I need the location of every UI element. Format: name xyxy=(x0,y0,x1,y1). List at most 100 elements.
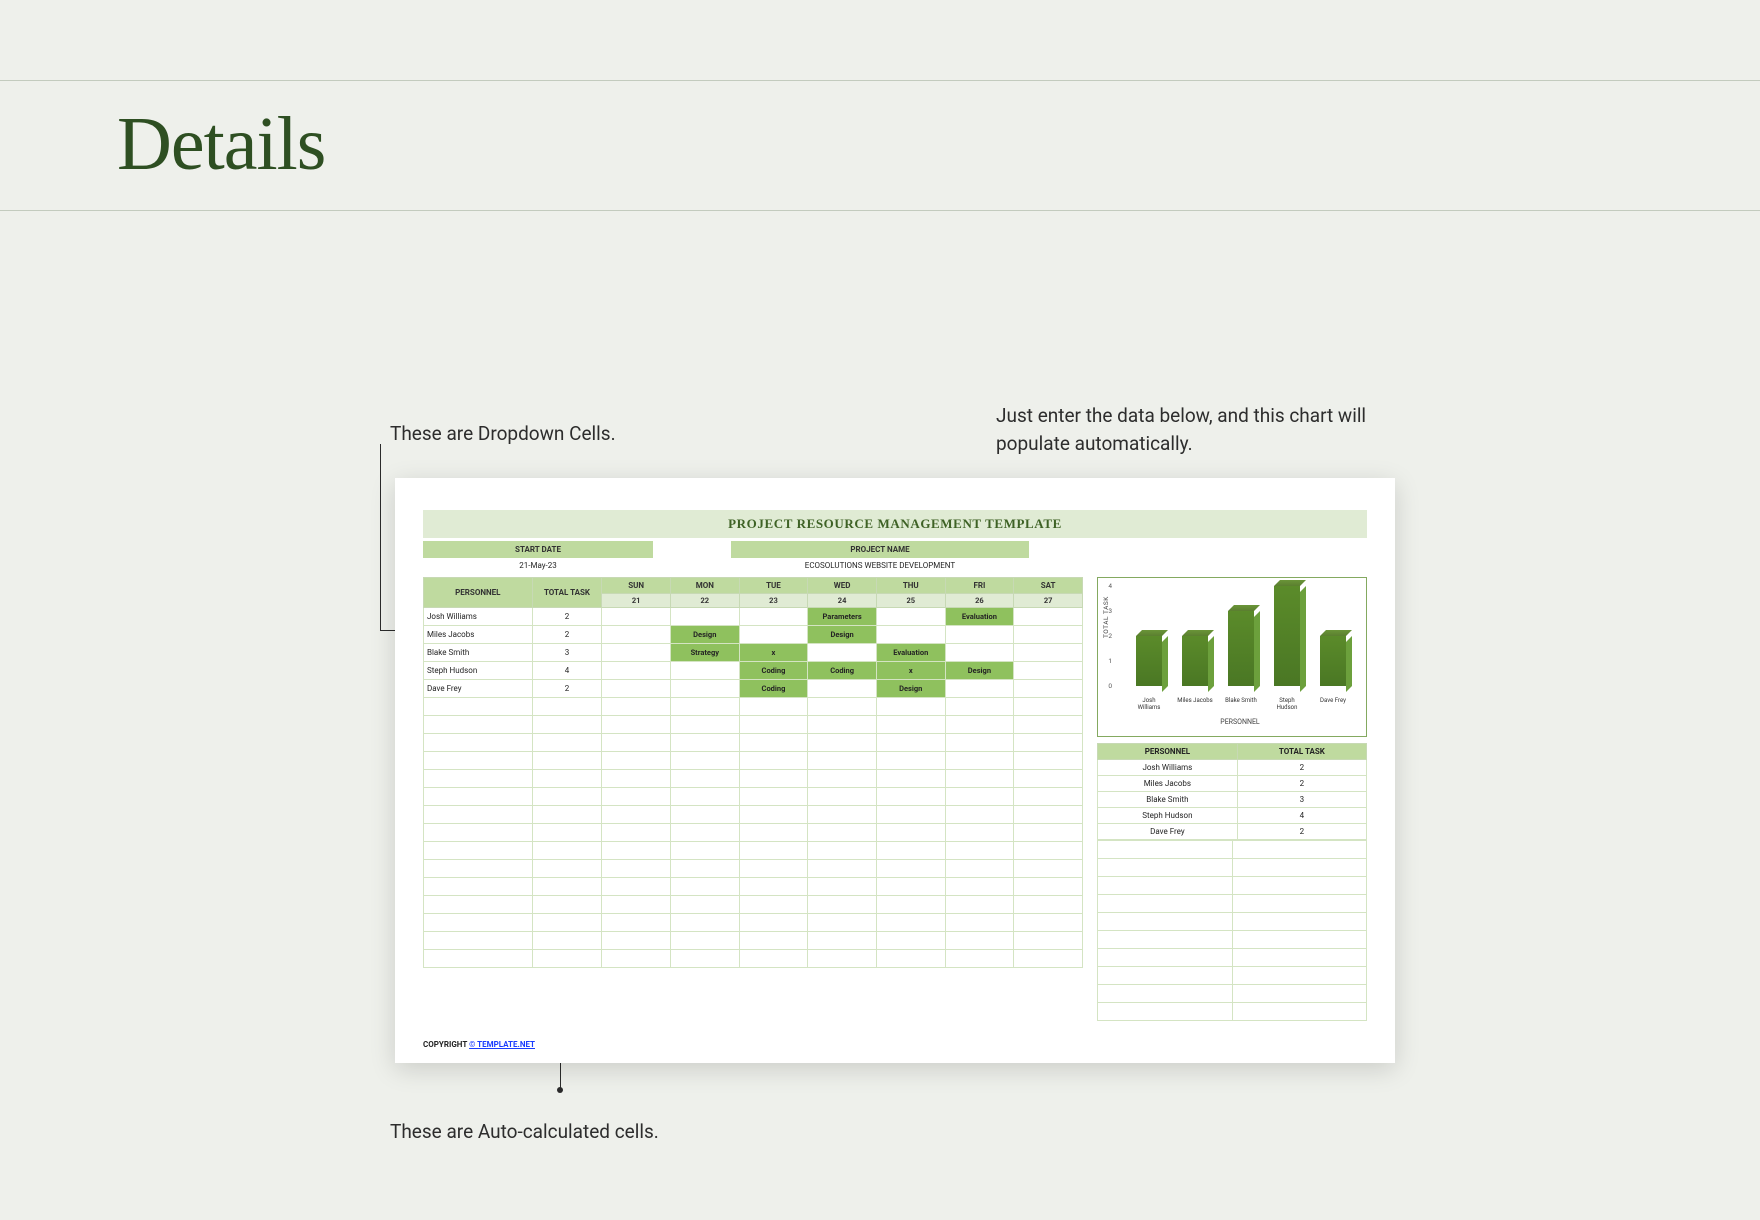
empty-cell[interactable] xyxy=(424,896,533,914)
empty-cell[interactable] xyxy=(945,788,1014,806)
cell-task[interactable] xyxy=(808,644,877,662)
cell-task[interactable] xyxy=(602,644,671,662)
empty-cell[interactable] xyxy=(532,770,602,788)
empty-cell[interactable] xyxy=(808,752,877,770)
empty-cell[interactable] xyxy=(602,860,671,878)
empty-cell[interactable] xyxy=(808,788,877,806)
empty-cell[interactable] xyxy=(808,842,877,860)
cell-task[interactable]: x xyxy=(739,644,808,662)
empty-cell[interactable] xyxy=(808,860,877,878)
empty-cell[interactable] xyxy=(602,932,671,950)
empty-cell[interactable] xyxy=(808,698,877,716)
empty-cell[interactable] xyxy=(532,932,602,950)
empty-cell[interactable] xyxy=(945,860,1014,878)
empty-cell[interactable] xyxy=(670,698,739,716)
empty-cell[interactable] xyxy=(1014,824,1083,842)
empty-cell[interactable] xyxy=(670,788,739,806)
cell-task[interactable] xyxy=(739,608,808,626)
empty-cell[interactable] xyxy=(670,842,739,860)
cell-task[interactable]: Design xyxy=(876,680,945,698)
empty-cell[interactable] xyxy=(602,806,671,824)
empty-cell[interactable] xyxy=(602,896,671,914)
empty-cell[interactable] xyxy=(1014,734,1083,752)
empty-cell[interactable] xyxy=(876,770,945,788)
empty-cell[interactable] xyxy=(670,932,739,950)
copyright-link[interactable]: © TEMPLATE.NET xyxy=(469,1040,535,1049)
empty-cell[interactable] xyxy=(1014,914,1083,932)
empty-cell[interactable] xyxy=(532,896,602,914)
empty-cell[interactable] xyxy=(670,878,739,896)
cell-task[interactable] xyxy=(1014,644,1083,662)
cell-task[interactable] xyxy=(1014,608,1083,626)
cell-task[interactable] xyxy=(1014,662,1083,680)
empty-cell[interactable] xyxy=(876,842,945,860)
project-name-value[interactable]: ECOSOLUTIONS WEBSITE DEVELOPMENT xyxy=(731,558,1029,573)
cell-task[interactable] xyxy=(602,680,671,698)
empty-cell[interactable] xyxy=(739,788,808,806)
empty-cell[interactable] xyxy=(424,842,533,860)
empty-cell[interactable] xyxy=(739,914,808,932)
empty-cell[interactable] xyxy=(602,842,671,860)
empty-cell[interactable] xyxy=(424,824,533,842)
empty-cell[interactable] xyxy=(1014,950,1083,968)
cell-task[interactable] xyxy=(945,680,1014,698)
empty-cell[interactable] xyxy=(602,788,671,806)
cell-name[interactable]: Steph Hudson xyxy=(424,662,533,680)
cell-task[interactable] xyxy=(670,662,739,680)
empty-cell[interactable] xyxy=(739,752,808,770)
empty-cell[interactable] xyxy=(808,950,877,968)
cell-task[interactable] xyxy=(1014,680,1083,698)
empty-cell[interactable] xyxy=(602,824,671,842)
empty-cell[interactable] xyxy=(424,788,533,806)
empty-cell[interactable] xyxy=(739,860,808,878)
cell-task[interactable] xyxy=(945,626,1014,644)
empty-cell[interactable] xyxy=(670,770,739,788)
empty-cell[interactable] xyxy=(945,914,1014,932)
empty-cell[interactable] xyxy=(739,932,808,950)
cell-task[interactable] xyxy=(945,644,1014,662)
empty-cell[interactable] xyxy=(945,716,1014,734)
empty-cell[interactable] xyxy=(739,950,808,968)
empty-cell[interactable] xyxy=(670,824,739,842)
empty-cell[interactable] xyxy=(1014,842,1083,860)
cell-task[interactable]: Evaluation xyxy=(876,644,945,662)
cell-task[interactable]: Evaluation xyxy=(945,608,1014,626)
empty-cell[interactable] xyxy=(739,716,808,734)
cell-task[interactable]: Coding xyxy=(739,680,808,698)
empty-cell[interactable] xyxy=(739,806,808,824)
empty-cell[interactable] xyxy=(602,914,671,932)
cell-task[interactable]: Coding xyxy=(739,662,808,680)
empty-cell[interactable] xyxy=(876,734,945,752)
empty-cell[interactable] xyxy=(808,896,877,914)
cell-task[interactable] xyxy=(670,608,739,626)
empty-cell[interactable] xyxy=(670,950,739,968)
cell-task[interactable]: Design xyxy=(808,626,877,644)
empty-cell[interactable] xyxy=(1014,770,1083,788)
empty-cell[interactable] xyxy=(424,860,533,878)
empty-cell[interactable] xyxy=(945,932,1014,950)
empty-cell[interactable] xyxy=(532,824,602,842)
empty-cell[interactable] xyxy=(945,734,1014,752)
empty-cell[interactable] xyxy=(532,914,602,932)
empty-cell[interactable] xyxy=(808,824,877,842)
empty-cell[interactable] xyxy=(739,896,808,914)
empty-cell[interactable] xyxy=(876,878,945,896)
empty-cell[interactable] xyxy=(424,914,533,932)
empty-cell[interactable] xyxy=(424,806,533,824)
empty-cell[interactable] xyxy=(1014,788,1083,806)
empty-cell[interactable] xyxy=(739,734,808,752)
empty-cell[interactable] xyxy=(602,878,671,896)
empty-cell[interactable] xyxy=(1014,698,1083,716)
empty-cell[interactable] xyxy=(1014,878,1083,896)
empty-cell[interactable] xyxy=(532,734,602,752)
empty-cell[interactable] xyxy=(532,878,602,896)
empty-cell[interactable] xyxy=(1014,716,1083,734)
empty-cell[interactable] xyxy=(424,716,533,734)
empty-cell[interactable] xyxy=(532,716,602,734)
cell-task[interactable]: Parameters xyxy=(808,608,877,626)
empty-cell[interactable] xyxy=(876,716,945,734)
empty-cell[interactable] xyxy=(532,842,602,860)
empty-cell[interactable] xyxy=(532,752,602,770)
cell-task[interactable]: Design xyxy=(945,662,1014,680)
empty-cell[interactable] xyxy=(1014,806,1083,824)
